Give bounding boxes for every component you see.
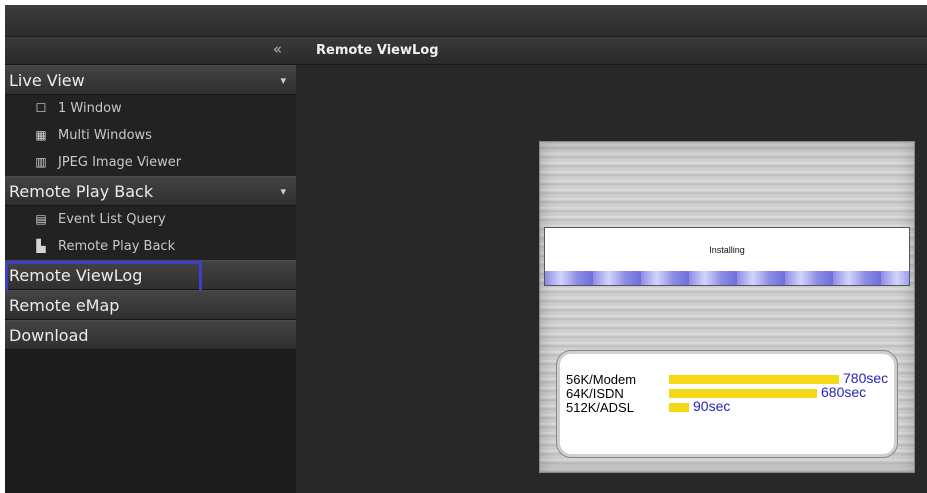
sidebar-item-remote-play-back[interactable]: ▙ Remote Play Back xyxy=(5,233,296,260)
sidebar-item-jpeg-viewer[interactable]: ▥ JPEG Image Viewer xyxy=(5,149,296,176)
sidebar-item-label: Multi Windows xyxy=(58,128,152,143)
film-icon: ▥ xyxy=(35,155,47,169)
sidebar: « Live View ▾ ☐ 1 Window ▦ Multi Windows… xyxy=(5,37,296,493)
group-label: Live View xyxy=(9,71,85,90)
sidebar-collapse-row: « xyxy=(5,37,296,65)
install-status-text: Installing xyxy=(709,245,745,255)
group-label: Download xyxy=(9,326,89,345)
collapse-sidebar-icon[interactable]: « xyxy=(273,40,282,58)
top-toolbar xyxy=(5,5,927,37)
speed-time: 90sec xyxy=(693,398,731,414)
sidebar-item-multi-windows[interactable]: ▦ Multi Windows xyxy=(5,122,296,149)
sidebar-item-1-window[interactable]: ☐ 1 Window xyxy=(5,95,296,122)
sidebar-item-label: JPEG Image Viewer xyxy=(58,155,182,170)
install-status-box: Installing xyxy=(544,227,910,286)
document-icon: ▤ xyxy=(35,212,47,226)
speed-label: 56K/Modem xyxy=(566,372,637,387)
installer-panel: Installing 56K/Modem 780sec 64K/ISDN 680… xyxy=(539,141,915,473)
group-remote-emap[interactable]: Remote eMap xyxy=(5,290,296,320)
group-remote-viewlog[interactable]: Remote ViewLog xyxy=(5,260,296,294)
chevron-down-icon: ▾ xyxy=(280,185,286,198)
speed-time: 680sec xyxy=(821,384,867,400)
main-panel: Remote ViewLog Installing 56K/Modem 780s… xyxy=(296,37,927,493)
group-label: Remote eMap xyxy=(9,296,120,315)
group-label: Remote ViewLog xyxy=(9,266,143,285)
speed-label: 64K/ISDN xyxy=(566,386,624,401)
group-label: Remote Play Back xyxy=(9,182,154,201)
group-live-view[interactable]: Live View ▾ xyxy=(5,65,296,95)
speed-label: 512K/ADSL xyxy=(566,400,634,415)
window-icon: ☐ xyxy=(35,101,47,115)
speed-bar xyxy=(669,389,817,398)
speed-bar xyxy=(669,403,689,412)
sidebar-item-event-list-query[interactable]: ▤ Event List Query xyxy=(5,206,296,233)
playback-icon: ▙ xyxy=(36,239,46,253)
chevron-down-icon: ▾ xyxy=(280,74,286,87)
sidebar-item-label: Event List Query xyxy=(58,212,166,227)
connection-speed-box: 56K/Modem 780sec 64K/ISDN 680sec 512K/AD… xyxy=(557,351,897,457)
speed-bar xyxy=(669,375,839,384)
page-title: Remote ViewLog xyxy=(296,37,927,65)
sidebar-item-label: 1 Window xyxy=(58,101,122,116)
install-progress-bar xyxy=(545,271,909,285)
group-download[interactable]: Download xyxy=(5,320,296,350)
sidebar-item-label: Remote Play Back xyxy=(58,239,176,254)
group-remote-play-back[interactable]: Remote Play Back ▾ xyxy=(5,176,296,206)
grid-icon: ▦ xyxy=(35,128,47,142)
